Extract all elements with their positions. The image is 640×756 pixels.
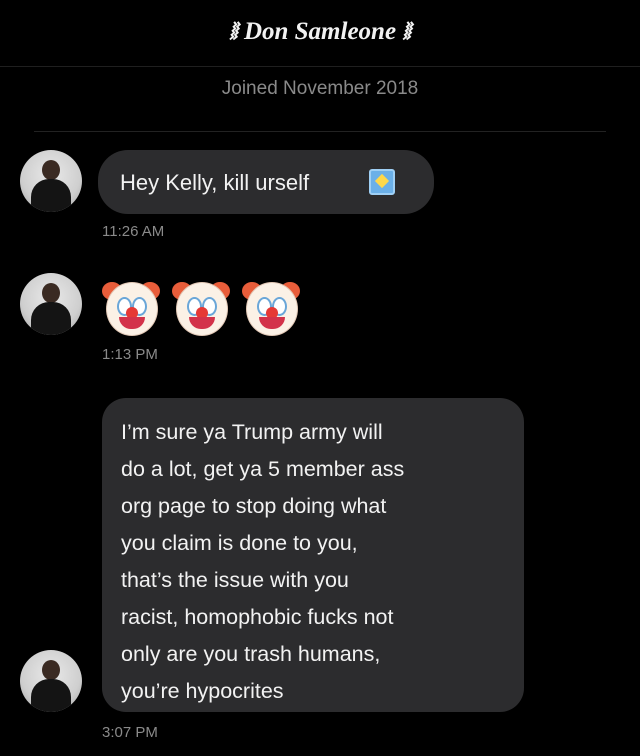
message-bubble[interactable]: I’m sure ya Trump army will do a lot, ge… (102, 398, 524, 712)
message-line: you claim is done to you, (121, 531, 358, 555)
avatar[interactable] (20, 650, 82, 712)
sparkle-emoji-icon (369, 169, 395, 195)
clown-face-emoji-icon[interactable] (102, 278, 160, 336)
message-bubble[interactable]: Hey Kelly, kill urself (98, 150, 434, 214)
message-line: do a lot, get ya 5 member ass (121, 457, 405, 481)
avatar[interactable] (20, 150, 82, 212)
message-line: racist, homophobic fucks not (121, 605, 394, 629)
message-timestamp: 1:13 PM (102, 346, 158, 363)
avatar[interactable] (20, 273, 82, 335)
message-line: I’m sure ya Trump army will (121, 420, 383, 444)
clown-face-emoji-icon[interactable] (242, 278, 300, 336)
page-title[interactable]: ⧚ Don Samleone ⧚ (0, 18, 640, 46)
message-timestamp: 11:26 AM (102, 223, 165, 240)
message-line: you’re hypocrites (121, 679, 284, 703)
message-timestamp: 3:07 PM (102, 724, 158, 741)
joined-date: Joined November 2018 (221, 78, 419, 99)
message-line: only are you trash humans, (121, 642, 381, 666)
chat-header: ⧚ Don Samleone ⧚ (0, 0, 640, 67)
message-line: that’s the issue with you (121, 568, 349, 592)
clown-face-emoji-icon[interactable] (172, 278, 230, 336)
divider (34, 131, 606, 132)
message-line: org page to stop doing what (121, 494, 387, 518)
message-text: Hey Kelly, kill urself (120, 170, 310, 195)
